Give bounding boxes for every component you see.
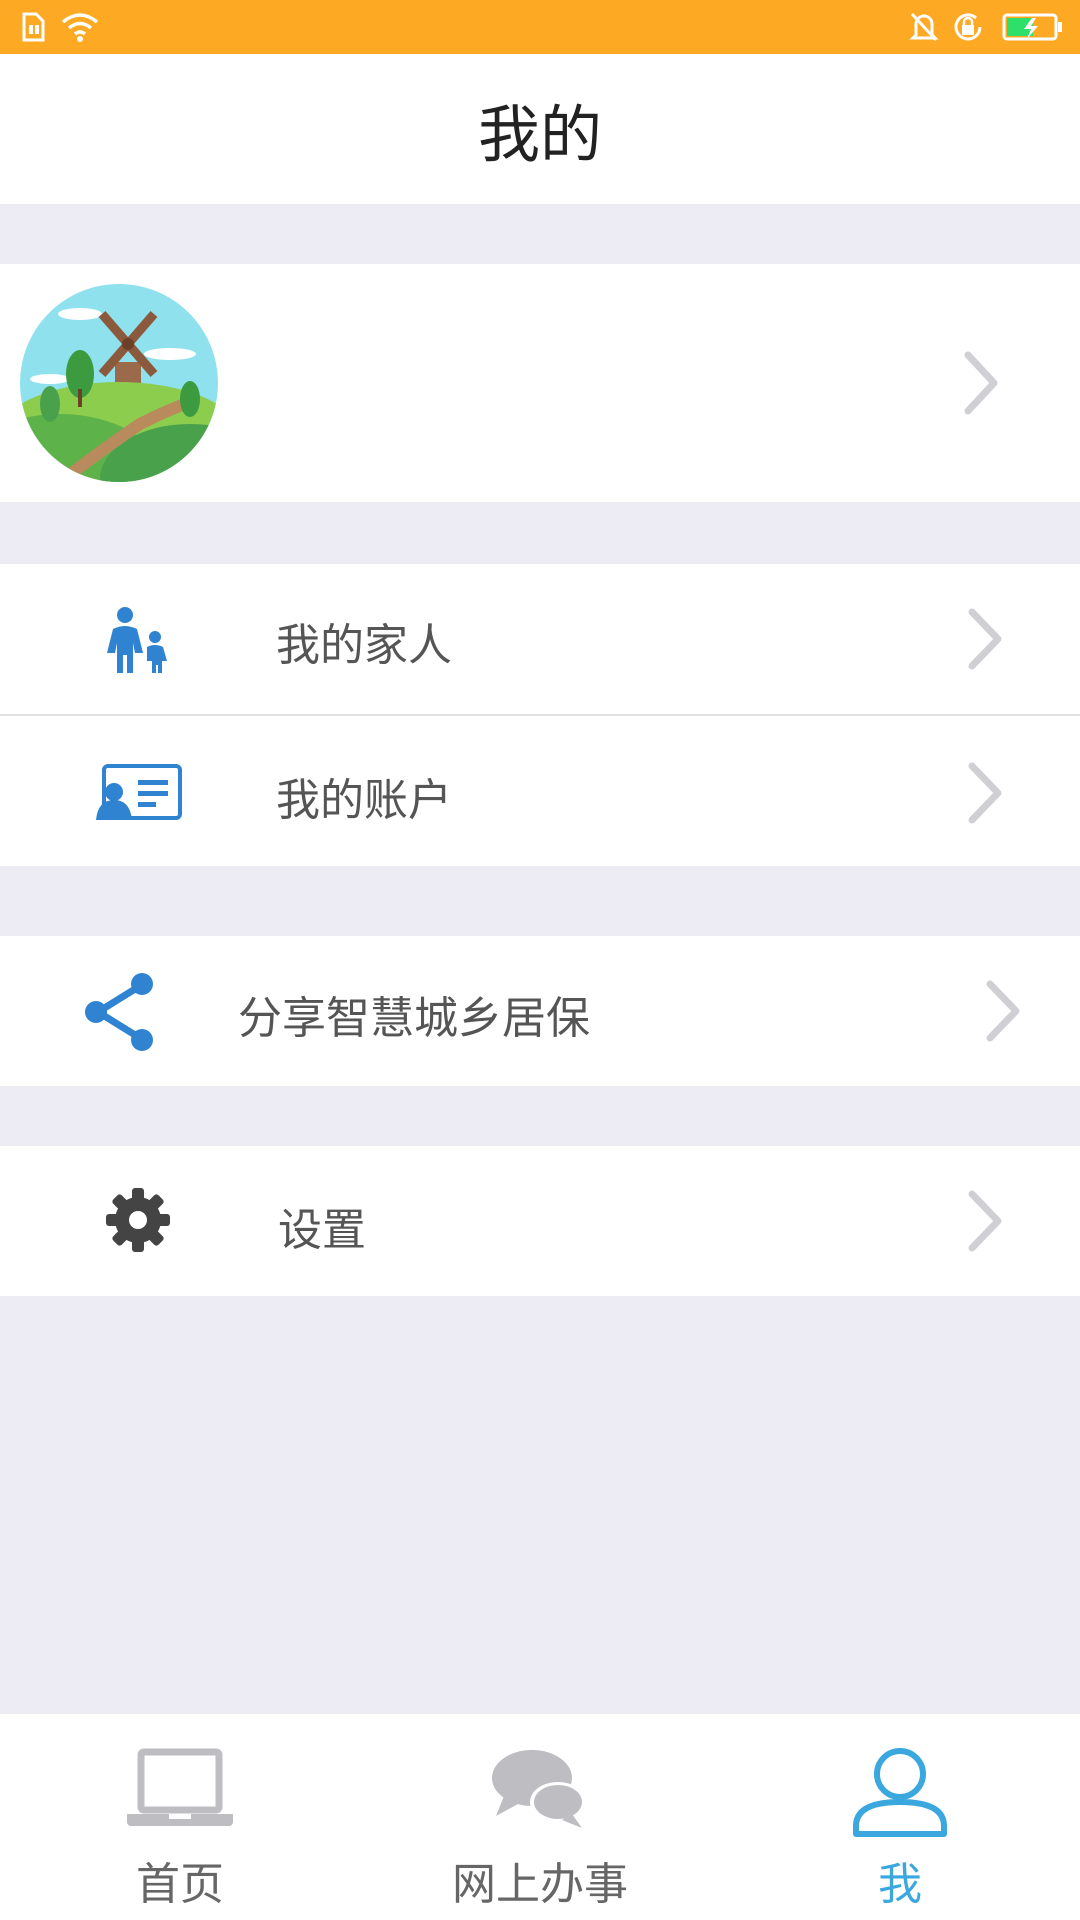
avatar [20,284,218,482]
profile-row[interactable] [0,264,1080,502]
menu-item-family[interactable]: 我的家人 [0,564,1080,714]
chevron-right-icon [962,1188,1008,1258]
laptop-icon [0,1746,360,1830]
menu-label-family: 我的家人 [276,620,452,671]
chevron-right-icon [980,978,1026,1048]
family-icon [98,604,178,676]
id-card-icon [90,761,186,825]
tab-me[interactable]: 我 [720,1714,1080,1920]
tab-label: 我 [878,1859,922,1910]
tab-label: 首页 [136,1859,224,1910]
menu-item-share[interactable]: 分享智慧城乡居保 [0,936,1080,1086]
chevron-right-icon [958,349,1004,421]
page-title: 我的 [477,98,602,171]
chevron-right-icon [962,760,1008,830]
wifi-icon [60,0,100,54]
tab-home[interactable]: 首页 [0,1714,360,1920]
mute-bell-icon [908,0,940,54]
chevron-right-icon [962,606,1008,676]
share-icon [82,972,158,1052]
menu-label-account: 我的账户 [276,775,452,826]
chat-bubbles-icon [360,1746,720,1830]
menu-label-settings: 设置 [278,1205,366,1256]
sim-card-icon [18,0,48,54]
battery-charging-icon [1002,0,1064,54]
person-icon [720,1746,1080,1838]
menu-item-account[interactable]: 我的账户 [0,716,1080,866]
status-bar [0,0,1080,54]
rotation-lock-icon [950,0,986,54]
title-bar: 我的 [0,54,1080,204]
menu-label-share: 分享智慧城乡居保 [238,993,590,1044]
tab-online-services[interactable]: 网上办事 [360,1714,720,1920]
menu-item-settings[interactable]: 设置 [0,1146,1080,1296]
tab-label: 网上办事 [452,1859,628,1910]
bottom-tab-bar: 首页 网上办事 我 [0,1714,1080,1920]
gear-icon [102,1184,174,1256]
